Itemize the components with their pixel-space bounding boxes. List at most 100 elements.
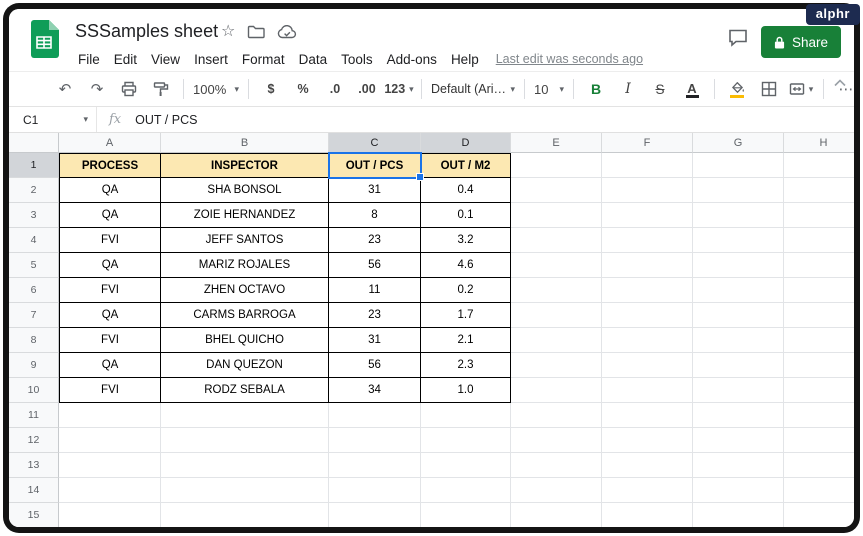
cell-B13[interactable] xyxy=(161,453,329,478)
italic-button[interactable]: I xyxy=(612,76,644,102)
cell-B12[interactable] xyxy=(161,428,329,453)
paint-format-button[interactable] xyxy=(145,76,177,102)
cell-C7[interactable]: 23 xyxy=(329,303,421,328)
zoom-select[interactable]: 100% ▾ xyxy=(190,76,242,102)
cell-G12[interactable] xyxy=(693,428,784,453)
move-to-folder-icon[interactable] xyxy=(247,25,266,39)
bold-button[interactable]: B xyxy=(580,76,612,102)
hide-toolbar-icon[interactable] xyxy=(834,79,846,87)
cell-A7[interactable]: QA xyxy=(59,303,161,328)
cell-G8[interactable] xyxy=(693,328,784,353)
more-formats-button[interactable]: 123 ▾ xyxy=(383,76,415,102)
cell-A11[interactable] xyxy=(59,403,161,428)
cell-D12[interactable] xyxy=(421,428,511,453)
cell-A15[interactable] xyxy=(59,503,161,527)
row-header-6[interactable]: 6 xyxy=(9,278,59,303)
menu-item-file[interactable]: File xyxy=(71,50,107,69)
cell-D11[interactable] xyxy=(421,403,511,428)
cell-D4[interactable]: 3.2 xyxy=(421,228,511,253)
cell-D15[interactable] xyxy=(421,503,511,527)
cell-E9[interactable] xyxy=(511,353,602,378)
cell-D5[interactable]: 4.6 xyxy=(421,253,511,278)
cell-F7[interactable] xyxy=(602,303,693,328)
cell-E14[interactable] xyxy=(511,478,602,503)
cell-A14[interactable] xyxy=(59,478,161,503)
cell-F1[interactable] xyxy=(602,153,693,178)
merge-cells-button[interactable]: ▾ xyxy=(785,76,817,102)
menu-item-view[interactable]: View xyxy=(144,50,187,69)
cell-E11[interactable] xyxy=(511,403,602,428)
cell-C2[interactable]: 31 xyxy=(329,178,421,203)
font-size-select[interactable]: 10 ▾ xyxy=(531,76,567,102)
column-header-B[interactable]: B xyxy=(161,133,329,153)
cell-G13[interactable] xyxy=(693,453,784,478)
cell-A10[interactable]: FVI xyxy=(59,378,161,403)
font-select[interactable]: Default (Ari… ▾ xyxy=(428,76,518,102)
cell-E15[interactable] xyxy=(511,503,602,527)
row-header-12[interactable]: 12 xyxy=(9,428,59,453)
cell-D6[interactable]: 0.2 xyxy=(421,278,511,303)
cell-D13[interactable] xyxy=(421,453,511,478)
strikethrough-button[interactable]: S xyxy=(644,76,676,102)
cell-D7[interactable]: 1.7 xyxy=(421,303,511,328)
cell-G5[interactable] xyxy=(693,253,784,278)
row-header-3[interactable]: 3 xyxy=(9,203,59,228)
print-button[interactable] xyxy=(113,76,145,102)
menu-item-data[interactable]: Data xyxy=(292,50,335,69)
cell-G6[interactable] xyxy=(693,278,784,303)
cell-G10[interactable] xyxy=(693,378,784,403)
star-icon[interactable]: ☆ xyxy=(221,24,235,40)
cell-F6[interactable] xyxy=(602,278,693,303)
cell-C10[interactable]: 34 xyxy=(329,378,421,403)
cell-F15[interactable] xyxy=(602,503,693,527)
cell-F14[interactable] xyxy=(602,478,693,503)
row-header-5[interactable]: 5 xyxy=(9,253,59,278)
cell-E10[interactable] xyxy=(511,378,602,403)
cell-B5[interactable]: MARIZ ROJALES xyxy=(161,253,329,278)
menu-item-edit[interactable]: Edit xyxy=(107,50,144,69)
cell-F9[interactable] xyxy=(602,353,693,378)
cell-A9[interactable]: QA xyxy=(59,353,161,378)
column-header-E[interactable]: E xyxy=(511,133,602,153)
cell-A12[interactable] xyxy=(59,428,161,453)
cell-G11[interactable] xyxy=(693,403,784,428)
cell-D1[interactable]: OUT / M2 xyxy=(421,153,511,178)
cell-F3[interactable] xyxy=(602,203,693,228)
formula-input[interactable]: OUT / PCS xyxy=(135,113,197,127)
borders-button[interactable] xyxy=(753,76,785,102)
format-percent-button[interactable]: % xyxy=(287,76,319,102)
row-header-4[interactable]: 4 xyxy=(9,228,59,253)
cell-E4[interactable] xyxy=(511,228,602,253)
cloud-status-icon[interactable] xyxy=(277,25,297,39)
cell-D10[interactable]: 1.0 xyxy=(421,378,511,403)
cell-C12[interactable] xyxy=(329,428,421,453)
column-header-D[interactable]: D xyxy=(421,133,511,153)
share-button[interactable]: Share xyxy=(761,26,841,58)
cell-E13[interactable] xyxy=(511,453,602,478)
cell-E1[interactable] xyxy=(511,153,602,178)
undo-button[interactable]: ↶ xyxy=(49,76,81,102)
cell-B15[interactable] xyxy=(161,503,329,527)
row-header-15[interactable]: 15 xyxy=(9,503,59,527)
cell-B11[interactable] xyxy=(161,403,329,428)
cell-A8[interactable]: FVI xyxy=(59,328,161,353)
cell-D9[interactable]: 2.3 xyxy=(421,353,511,378)
row-header-9[interactable]: 9 xyxy=(9,353,59,378)
menu-item-tools[interactable]: Tools xyxy=(334,50,380,69)
row-header-14[interactable]: 14 xyxy=(9,478,59,503)
decrease-decimal-button[interactable]: .0 xyxy=(319,76,351,102)
cell-H4[interactable] xyxy=(784,228,854,253)
menu-item-insert[interactable]: Insert xyxy=(187,50,235,69)
cell-H14[interactable] xyxy=(784,478,854,503)
cell-A3[interactable]: QA xyxy=(59,203,161,228)
cell-H15[interactable] xyxy=(784,503,854,527)
row-header-11[interactable]: 11 xyxy=(9,403,59,428)
text-color-button[interactable]: A xyxy=(676,75,708,104)
cell-G15[interactable] xyxy=(693,503,784,527)
cell-G7[interactable] xyxy=(693,303,784,328)
cell-A1[interactable]: PROCESS xyxy=(59,153,161,178)
cell-B10[interactable]: RODZ SEBALA xyxy=(161,378,329,403)
cell-H12[interactable] xyxy=(784,428,854,453)
cell-B14[interactable] xyxy=(161,478,329,503)
cell-G3[interactable] xyxy=(693,203,784,228)
